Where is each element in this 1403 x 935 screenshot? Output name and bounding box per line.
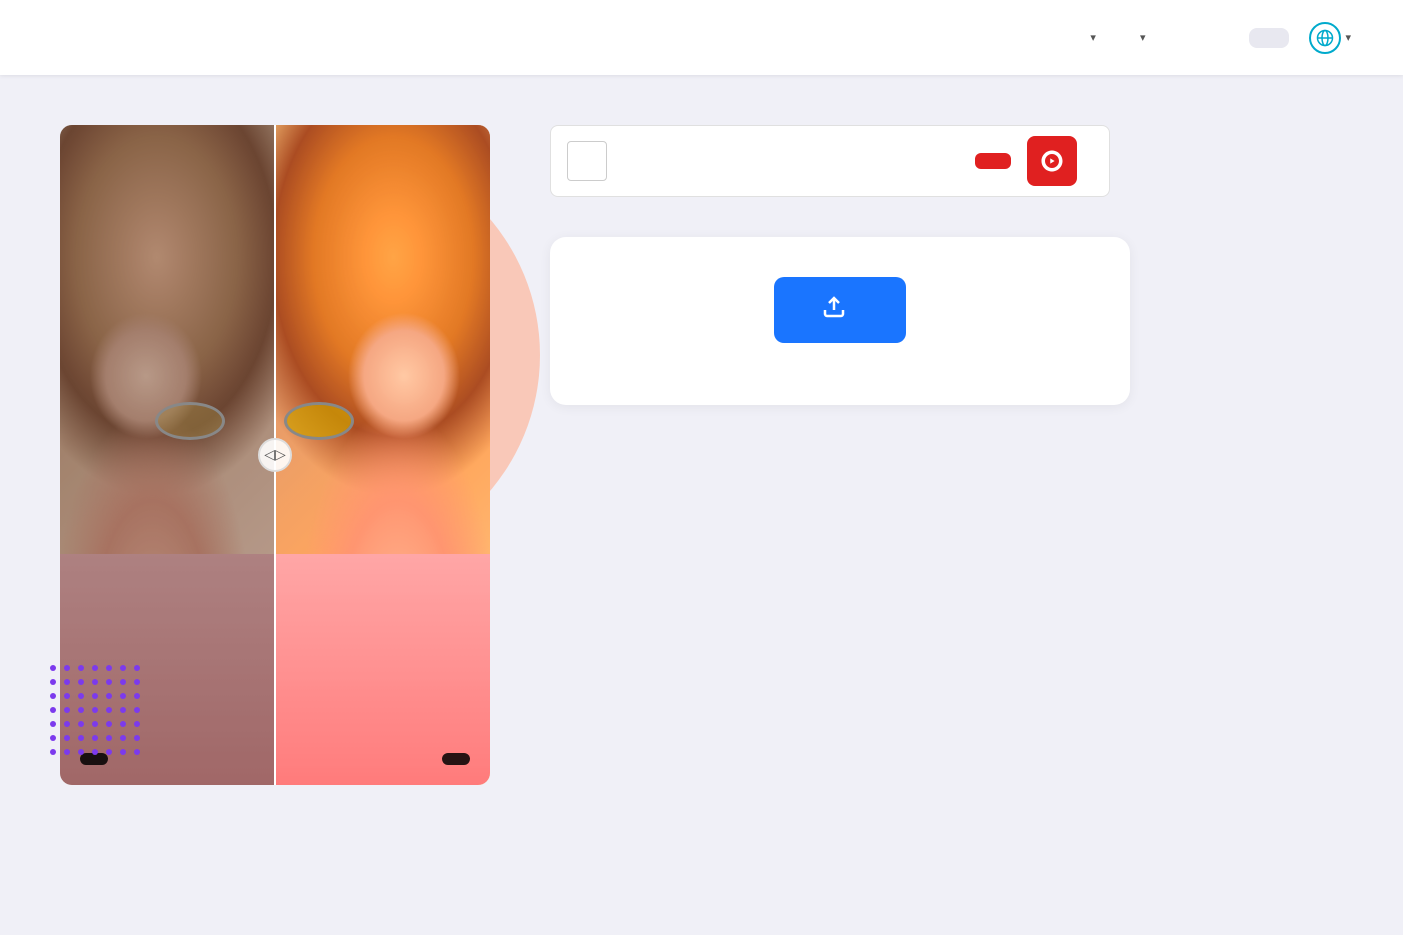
dot <box>120 749 126 755</box>
dot <box>64 721 70 727</box>
header: ▾ ▾ ▾ <box>0 0 1403 75</box>
ai-tools-chevron-icon: ▾ <box>1090 31 1096 44</box>
main-nav: ▾ ▾ ▾ <box>1070 14 1363 62</box>
dot <box>106 679 112 685</box>
dot <box>92 749 98 755</box>
nav-my-account[interactable] <box>1249 28 1289 48</box>
dot <box>50 707 56 713</box>
dot <box>78 707 84 713</box>
dot <box>50 749 56 755</box>
glasses-left <box>155 402 225 440</box>
dot <box>106 665 112 671</box>
dot <box>134 679 140 685</box>
dot <box>106 749 112 755</box>
dot <box>78 665 84 671</box>
dot <box>134 749 140 755</box>
dot <box>50 721 56 727</box>
main-content: ◁▷ const grid = document.querySelector('… <box>0 75 1403 785</box>
dot <box>78 749 84 755</box>
nav-apps[interactable]: ▾ <box>1120 23 1162 52</box>
dot <box>120 707 126 713</box>
dot <box>92 679 98 685</box>
dot <box>106 735 112 741</box>
dot-grid-decoration: const grid = document.querySelector('.do… <box>50 665 150 765</box>
dot <box>64 679 70 685</box>
apps-chevron-icon: ▾ <box>1140 31 1146 44</box>
right-section <box>550 95 1343 785</box>
nav-blogs[interactable] <box>1169 30 1201 46</box>
ad-download-icon <box>567 141 607 181</box>
upload-card <box>550 237 1130 405</box>
comparison-handle[interactable]: ◁▷ <box>258 438 292 472</box>
dot <box>134 735 140 741</box>
dot <box>78 693 84 699</box>
dot <box>64 749 70 755</box>
dot <box>50 679 56 685</box>
dot <box>92 665 98 671</box>
dot <box>120 679 126 685</box>
dot <box>78 721 84 727</box>
after-label <box>442 753 470 765</box>
nav-pricing[interactable] <box>1209 30 1241 46</box>
ad-shutterstock-logo <box>1027 136 1077 186</box>
dot <box>64 735 70 741</box>
dot <box>134 707 140 713</box>
nav-language[interactable]: ▾ <box>1297 14 1363 62</box>
dot <box>134 693 140 699</box>
dot <box>134 665 140 671</box>
dot <box>64 665 70 671</box>
select-images-button[interactable] <box>774 277 906 343</box>
comparison-section: ◁▷ const grid = document.querySelector('… <box>60 95 490 785</box>
dot <box>92 721 98 727</box>
dot <box>92 693 98 699</box>
dot <box>120 735 126 741</box>
dot <box>120 693 126 699</box>
ad-banner <box>550 125 1110 197</box>
nav-ai-tools[interactable]: ▾ <box>1070 23 1112 52</box>
dot <box>134 721 140 727</box>
dot <box>50 693 56 699</box>
ad-download-button[interactable] <box>975 153 1011 169</box>
dot <box>64 693 70 699</box>
globe-icon <box>1309 22 1341 54</box>
dot <box>106 721 112 727</box>
dot <box>92 735 98 741</box>
dot <box>78 679 84 685</box>
glasses-right <box>284 402 354 440</box>
hoodie-after <box>275 554 490 785</box>
dot <box>50 735 56 741</box>
dot <box>120 721 126 727</box>
language-chevron-icon: ▾ <box>1345 31 1351 44</box>
dot <box>106 707 112 713</box>
dot <box>92 707 98 713</box>
dot <box>106 693 112 699</box>
dot <box>50 665 56 671</box>
upload-icon <box>822 295 846 325</box>
dot <box>64 707 70 713</box>
dot <box>78 735 84 741</box>
dot <box>120 665 126 671</box>
